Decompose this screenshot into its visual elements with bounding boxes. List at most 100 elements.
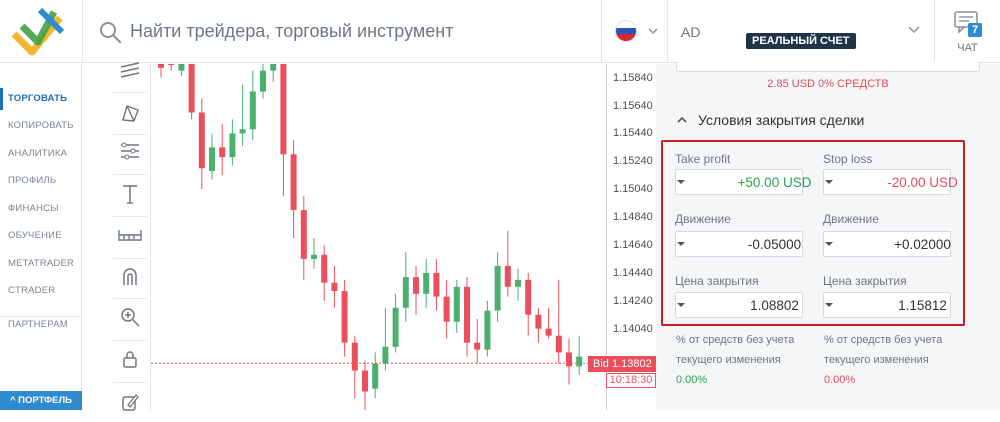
zoom-icon[interactable] [109, 297, 151, 337]
nav-item-metatrader[interactable]: METATRADER [0, 253, 82, 275]
tp-percent-note: % от средств без учета текущего изменени… [676, 330, 821, 390]
decrease-button[interactable] [824, 232, 834, 256]
search-icon[interactable] [98, 20, 122, 44]
price-tick: 1.14640 [613, 239, 653, 251]
logo-icon[interactable] [10, 6, 66, 58]
ruler-icon[interactable] [109, 215, 151, 255]
sl-close-price-input[interactable] [834, 297, 1000, 313]
tp-note-text: % от средств без учета текущего изменени… [676, 334, 795, 366]
text-icon[interactable] [109, 174, 151, 214]
candlestick [372, 352, 379, 399]
candlestick [494, 251, 501, 322]
price-tick: 1.15640 [613, 100, 653, 112]
price-tick: 1.15840 [613, 72, 653, 84]
price-tick: 1.15040 [613, 183, 653, 195]
decrease-button[interactable] [676, 232, 686, 256]
candlestick [239, 84, 246, 146]
tp-close-price-label: Цена закрытия [675, 274, 759, 288]
decrease-button[interactable] [824, 293, 834, 317]
stop-loss-label: Stop loss [823, 152, 873, 166]
candlestick [188, 64, 195, 120]
russia-flag-icon [615, 20, 637, 42]
search-input[interactable] [130, 16, 570, 46]
nav-item-profile[interactable]: ПРОФИЛЬ [0, 170, 82, 192]
bid-price-label: Bid 1.13802 [588, 356, 656, 372]
candlestick [443, 279, 450, 339]
candlestick [525, 272, 532, 336]
candlestick [341, 279, 348, 357]
portfolio-button[interactable]: ^ ПОРТФЕЛЬ [0, 391, 82, 410]
candlestick [545, 307, 552, 339]
nav-item-trade[interactable]: ТОРГОВАТЬ [0, 88, 82, 110]
candlestick [229, 119, 236, 166]
language-selector[interactable] [615, 18, 665, 44]
nav-item-ctrader[interactable]: CTRADER [0, 280, 82, 302]
divider [82, 0, 83, 63]
account-selector[interactable]: AD РЕАЛЬНЫЙ СЧЕТ [668, 0, 934, 63]
candlestick [168, 64, 175, 71]
tp-close-price-stepper [675, 292, 872, 318]
polygon-icon[interactable] [109, 93, 151, 133]
sl-percent-value: 0.00% [824, 374, 856, 386]
tp-percent-value: 0.00% [676, 374, 708, 386]
divider [601, 0, 602, 63]
candlestick [413, 265, 419, 315]
nav-item-finance[interactable]: ФИНАНСЫ [0, 198, 82, 220]
close-conditions-header[interactable]: Условия закрытия сделки [676, 112, 864, 128]
drawing-toolbar [109, 62, 151, 411]
decrease-button[interactable] [676, 293, 686, 317]
candlestick [219, 123, 226, 176]
close-conditions-box: Take profit Движение Цена закрытия Stop … [661, 140, 1000, 326]
candlestick [576, 335, 583, 375]
chevron-down-icon [908, 26, 920, 34]
caret-down-icon [825, 180, 833, 184]
caret-down-icon [677, 180, 685, 184]
magnet-icon[interactable] [109, 256, 151, 296]
tp-movement-stepper [675, 231, 872, 257]
nav-item-analytics[interactable]: АНАЛИТИКА [0, 143, 82, 165]
caret-down-icon [825, 303, 833, 307]
lock-icon[interactable] [109, 339, 151, 379]
candlestick [453, 279, 460, 333]
candlestick [535, 307, 542, 343]
caret-down-icon [825, 242, 833, 246]
decrease-button[interactable] [824, 170, 834, 194]
caret-down-icon [677, 242, 685, 246]
candlestick [158, 64, 164, 78]
candlestick [290, 140, 297, 239]
nav-item-copy[interactable]: КОПИРОВАТЬ [0, 115, 82, 137]
stop-loss-input[interactable] [834, 174, 1000, 190]
candlestick [351, 335, 358, 399]
tp-movement-label: Движение [675, 212, 731, 226]
candlestick [178, 64, 185, 77]
nav-item-education[interactable]: ОБУЧЕНИЕ [0, 225, 82, 247]
sl-close-price-label: Цена закрытия [823, 274, 907, 288]
nav-item-partners[interactable]: ПАРТНЕРАМ [0, 314, 82, 336]
sl-movement-input[interactable] [834, 236, 1000, 252]
candlestick [209, 133, 215, 180]
edit-icon[interactable] [109, 382, 151, 422]
price-chart[interactable] [151, 64, 606, 410]
candlestick [402, 251, 409, 322]
sl-close-price-stepper [823, 292, 1000, 318]
candlestick [198, 98, 205, 190]
caret-down-icon [677, 303, 685, 307]
candlestick [484, 300, 491, 357]
chat-button[interactable]: 7 ЧАТ [935, 0, 1000, 63]
candlestick [362, 360, 368, 410]
order-box [676, 62, 980, 72]
chevron-up-icon [677, 116, 687, 123]
candlestick [423, 258, 430, 308]
candlestick [249, 70, 256, 141]
take-profit-label: Take profit [675, 152, 731, 166]
decrease-button[interactable] [676, 170, 686, 194]
account-code: AD [681, 24, 701, 40]
fibonacci-icon[interactable] [109, 131, 151, 171]
candlestick [321, 245, 328, 301]
candlestick [270, 64, 277, 82]
candlestick [300, 196, 307, 280]
candle-timer: 10:18:30 [606, 373, 656, 388]
margin-info: 2.85 USD 0% СРЕДСТВ [767, 78, 889, 90]
lines-icon[interactable] [109, 50, 151, 90]
candlestick [280, 64, 287, 197]
